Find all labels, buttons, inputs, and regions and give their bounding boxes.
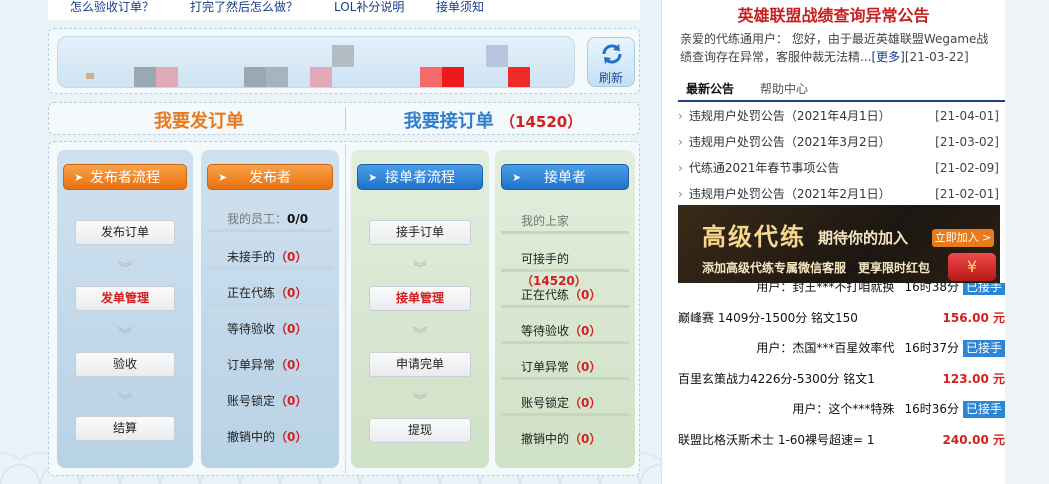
notice-summary: 亲爱的代练通用户： 您好，由于最近英雄联盟Wegame战绩查询存在异常，客服仲裁… xyxy=(680,32,989,64)
page-right-strip xyxy=(1005,0,1049,484)
stat-revoking[interactable]: 撤销中的（0） xyxy=(501,428,629,452)
red-envelope-icon: ¥ xyxy=(948,253,996,281)
taken-badge: 已接手 xyxy=(962,340,1005,357)
news-item[interactable]: › 违规用户处罚公告（2021年2月1日） [21-02-01] xyxy=(678,182,999,206)
taken-badge: 已接手 xyxy=(962,401,1005,418)
available-order-count: （14520） xyxy=(500,113,583,131)
chevron-down-icon: ︾ xyxy=(413,327,427,343)
coin-icon xyxy=(86,73,94,79)
arrow-right-icon: ➤ xyxy=(74,171,84,184)
publisher-panel: ➤ 发布者 我的员工：0/0 未接手的（0） 正在代练（0） 等待验收（0） 订… xyxy=(201,150,339,468)
chevron-down-icon: ︾ xyxy=(118,261,132,277)
refresh-button[interactable]: 刷新 xyxy=(587,37,635,87)
post-order-title[interactable]: 我要发订单 xyxy=(49,107,349,133)
step-withdraw[interactable]: 提现 xyxy=(369,418,471,443)
arrow-right-icon: ➤ xyxy=(368,171,378,184)
step-take-order[interactable]: 接手订单 xyxy=(369,220,471,245)
notice-tabs: 最新公告 帮助中心 xyxy=(678,76,1005,102)
chevron-right-icon: › xyxy=(678,135,683,149)
stat-awaiting-check[interactable]: 等待验收（0） xyxy=(501,320,629,344)
link-after-finish[interactable]: 打完了然后怎么做？ xyxy=(190,0,298,14)
taker-panel: ➤ 接单者 我的上家 可接手的（14520） 正在代练（0） 等待验收（0） 订… xyxy=(495,150,635,468)
refresh-icon xyxy=(602,44,622,64)
chevron-right-icon: › xyxy=(678,187,683,201)
order-user-row: 用户：封王***不打咱就换 16时38分 已接手 xyxy=(678,283,1005,295)
chevron-down-icon: ︾ xyxy=(118,393,132,409)
stat-in-progress[interactable]: 正在代练（0） xyxy=(501,284,629,308)
step-settle[interactable]: 结算 xyxy=(75,416,175,441)
stat-order-exception[interactable]: 订单异常（0） xyxy=(207,354,333,378)
order-row[interactable]: 巅峰赛 1409分-1500分 铭文150 156.00 元 xyxy=(678,308,1005,328)
order-row[interactable]: 联盟比格沃斯术士 1-60裸号超速= 1 240.00 元 xyxy=(678,430,1005,450)
stat-account-locked[interactable]: 账号锁定（0） xyxy=(501,392,629,416)
advanced-booster-ad[interactable]: 高级代练 期待你的加入 立即加入 > 添加高级代练专属微信客服 更享限时红包 ¥ xyxy=(678,205,1000,283)
help-links-bar: 怎么验收订单？ 打完了然后怎么做？ LOL补分说明 接单须知 xyxy=(48,0,640,20)
stat-in-progress[interactable]: 正在代练（0） xyxy=(207,282,333,306)
stat-order-exception[interactable]: 订单异常（0） xyxy=(501,356,629,380)
pixelated-account-info xyxy=(57,36,575,88)
step-take-management[interactable]: 接单管理 xyxy=(369,286,471,311)
stat-account-locked[interactable]: 账号锁定（0） xyxy=(207,390,333,414)
step-post-order[interactable]: 发布订单 xyxy=(75,220,175,245)
arrow-right-icon: ➤ xyxy=(218,171,228,184)
join-now-button[interactable]: 立即加入 > xyxy=(932,229,994,247)
taker-flow-panel: ➤ 接单者流程 接手订单 ︾ 接单管理 ︾ 申请完单 ︾ 提现 xyxy=(351,150,489,468)
refresh-label: 刷新 xyxy=(598,71,623,85)
taker-flow-header: ➤ 接单者流程 xyxy=(357,164,483,190)
order-row[interactable]: 百里玄策战力4226分-5300分 铭文1 123.00 元 xyxy=(678,369,1005,389)
taken-badge: 已接手 xyxy=(962,283,1005,295)
arrow-right-icon: ➤ xyxy=(512,171,522,184)
chevron-right-icon: › xyxy=(678,161,683,175)
order-user-row: 用户：杰国***百星效率代 16时37分 已接手 xyxy=(678,338,1005,358)
order-user-row: 用户：这个***特殊 16时36分 已接手 xyxy=(678,399,1005,419)
step-accept[interactable]: 验收 xyxy=(75,352,175,377)
chevron-down-icon: ︾ xyxy=(118,327,132,343)
link-how-to-accept[interactable]: 怎么验收订单？ xyxy=(70,0,154,14)
news-item[interactable]: › 违规用户处罚公告（2021年3月2日） [21-03-02] xyxy=(678,130,999,154)
tab-latest-notice[interactable]: 最新公告 xyxy=(678,76,743,102)
panels-divider xyxy=(345,144,346,474)
publisher-flow-panel: ➤ 发布者流程 发布订单 ︾ 发单管理 ︾ 验收 ︾ 结算 xyxy=(57,150,193,468)
chevron-down-icon: ︾ xyxy=(413,261,427,277)
tab-help-center[interactable]: 帮助中心 xyxy=(752,76,816,102)
notice-title[interactable]: 英雄联盟战绩查询异常公告 xyxy=(662,2,1005,26)
stat-awaiting-check[interactable]: 等待验收（0） xyxy=(207,318,333,342)
step-order-management[interactable]: 发单管理 xyxy=(75,286,175,311)
publisher-flow-header: ➤ 发布者流程 xyxy=(63,164,187,190)
account-banner: 刷新 xyxy=(48,28,640,94)
right-sidebar: 英雄联盟战绩查询异常公告 亲爱的代练通用户： 您好，由于最近英雄联盟Wegame… xyxy=(661,0,1005,484)
stat-unassigned[interactable]: 未接手的（0） xyxy=(207,246,333,270)
order-panels: ➤ 发布者流程 发布订单 ︾ 发单管理 ︾ 验收 ︾ 结算 ➤ 发布者 我的员工… xyxy=(48,141,640,476)
news-item[interactable]: › 代练通2021年春节事项公告 [21-02-09] xyxy=(678,156,999,180)
chevron-down-icon: ︾ xyxy=(413,393,427,409)
stat-revoking[interactable]: 撤销中的（0） xyxy=(207,426,333,450)
notice-more-link[interactable]: [更多] xyxy=(871,50,904,64)
publisher-header: ➤ 发布者 xyxy=(207,164,333,190)
link-order-notice[interactable]: 接单须知 xyxy=(436,0,484,14)
my-staff-row: 我的员工：0/0 xyxy=(207,208,333,232)
step-apply-complete[interactable]: 申请完单 xyxy=(369,352,471,377)
my-boss-row: 我的上家 xyxy=(501,210,629,234)
news-item[interactable]: › 违规用户处罚公告（2021年4月1日） [21-04-01] xyxy=(678,104,999,128)
section-titles: 我要发订单 我要接订单 （14520） xyxy=(48,102,640,135)
link-lol-points[interactable]: LOL补分说明 xyxy=(334,0,404,14)
chevron-right-icon: › xyxy=(678,109,683,123)
stat-available[interactable]: 可接手的（14520） xyxy=(501,248,629,288)
taker-header: ➤ 接单者 xyxy=(501,164,629,190)
take-order-title[interactable]: 我要接订单 （14520） xyxy=(345,107,641,133)
